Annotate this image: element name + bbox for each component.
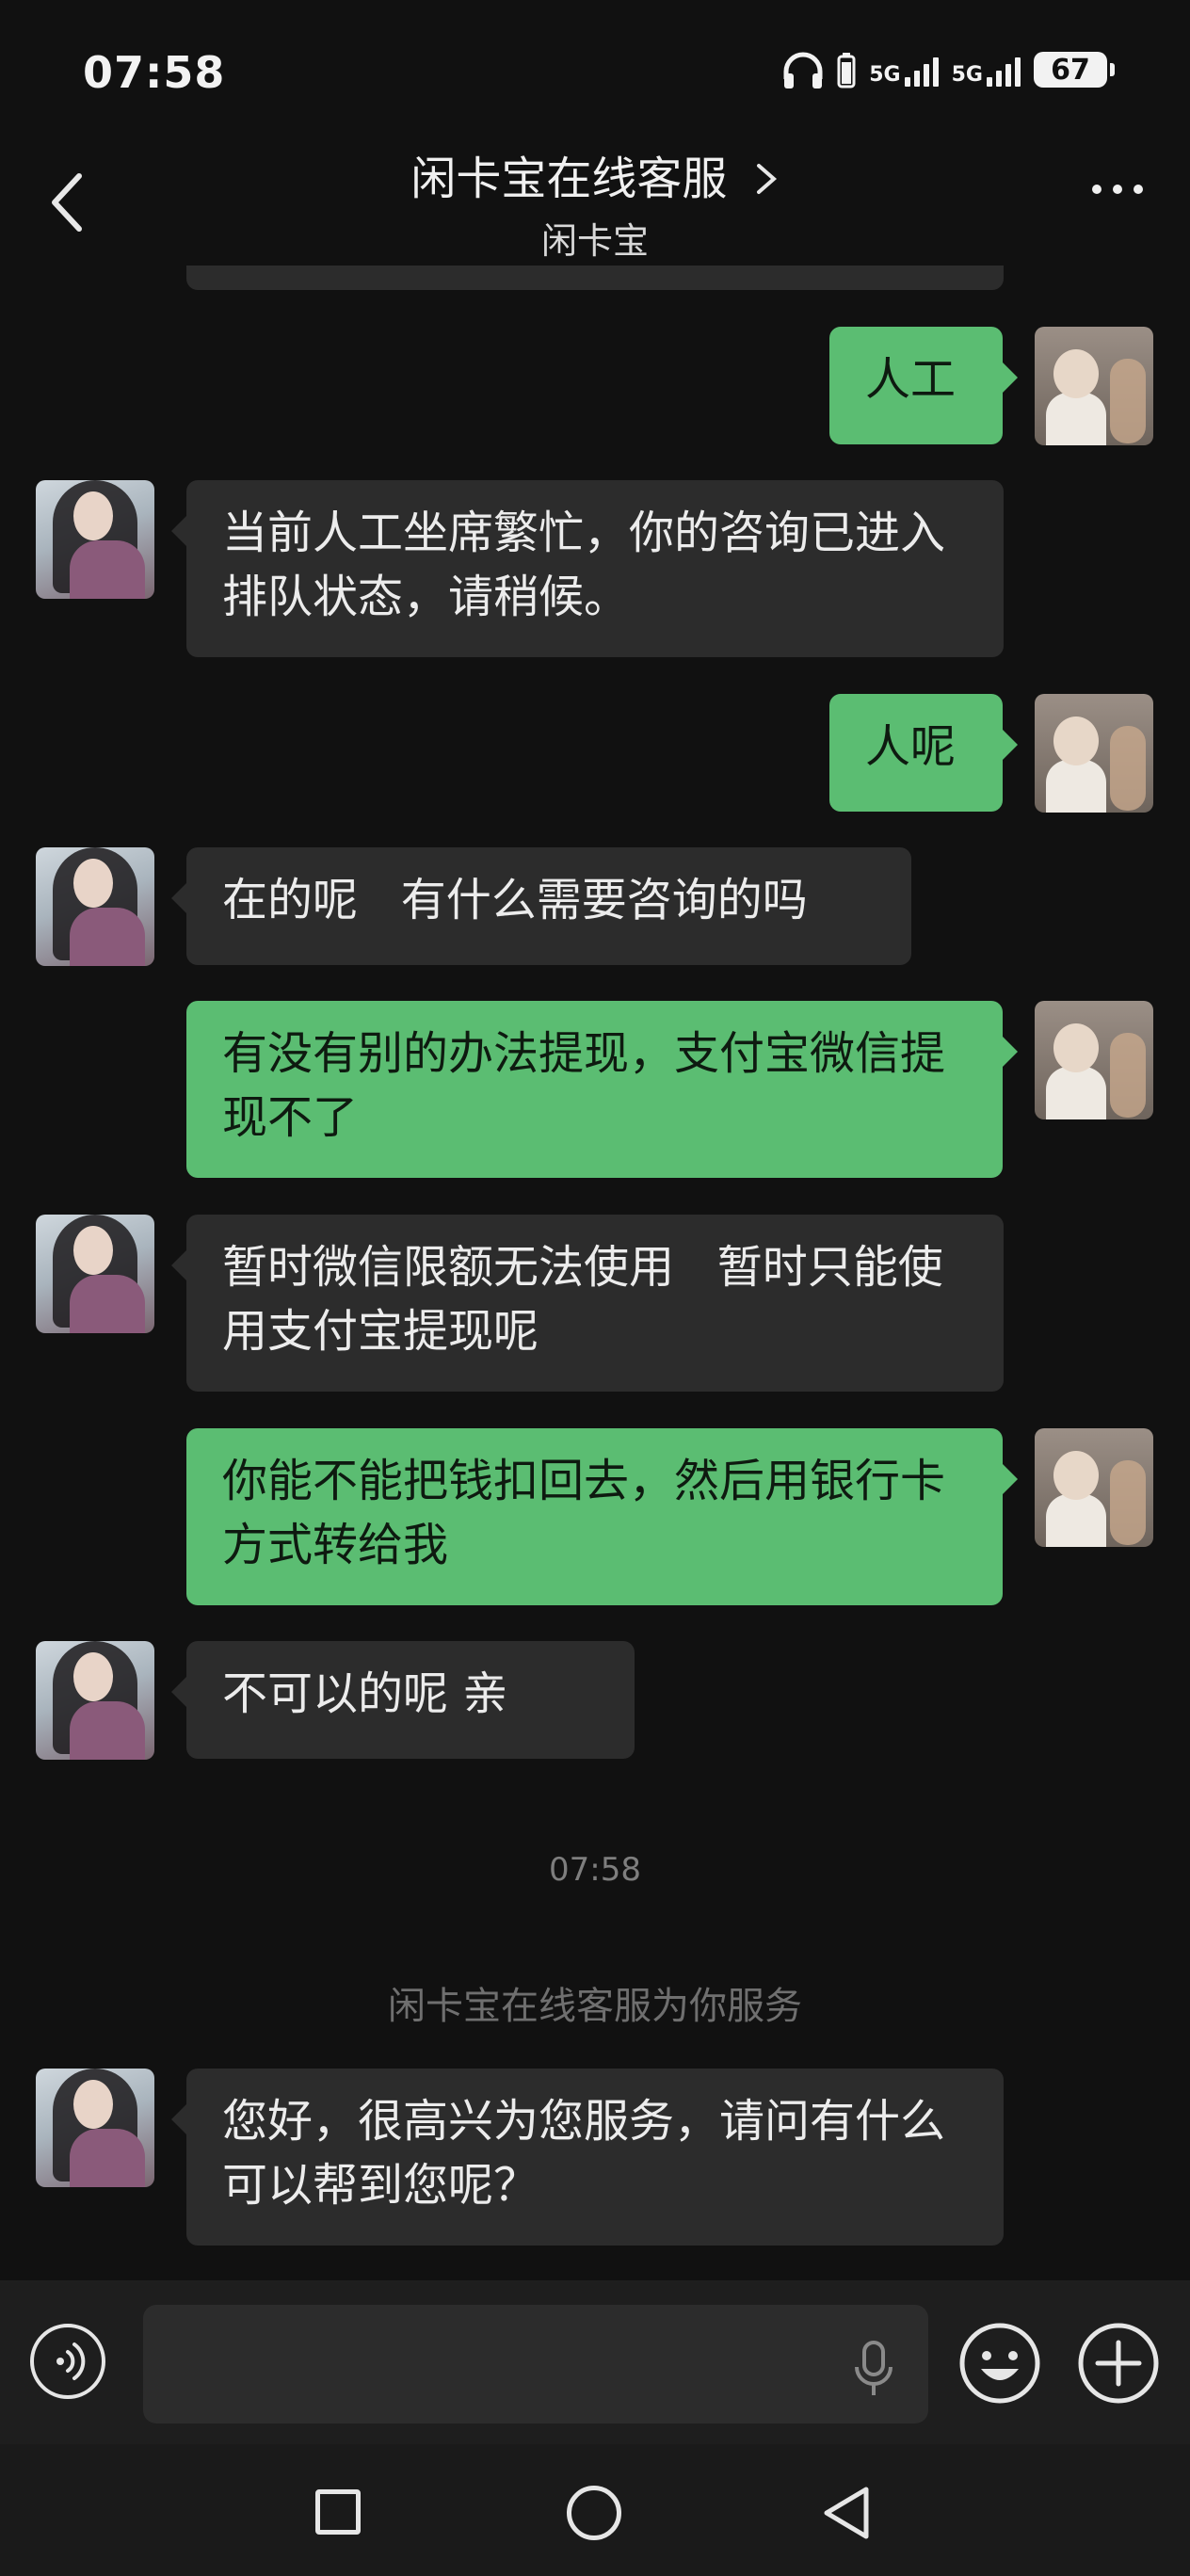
more-options-button[interactable] [1092,185,1143,194]
page-title: 闲卡宝在线客服 [410,153,728,205]
battery-icon: 67 [1034,52,1115,88]
signal-bars-icon [904,53,939,87]
agent-avatar[interactable] [36,480,154,599]
agent-avatar[interactable] [36,1641,154,1760]
home-button[interactable] [567,2486,621,2540]
voice-mode-button[interactable] [30,2324,105,2399]
emoji-button[interactable] [958,2322,1041,2405]
signal-bars-icon [987,53,1021,87]
user-avatar[interactable] [1035,1428,1153,1547]
chevron-right-icon [756,164,777,194]
message-bubble-incoming[interactable]: 当前人工坐席繁忙，你的咨询已进入排队状态，请稍候。 [171,480,1004,657]
microphone-icon[interactable] [853,2341,894,2397]
signal-2: 5G [952,53,1021,87]
network-type-label: 5G [869,63,901,87]
message-input[interactable] [143,2305,928,2423]
message-bubble-incoming[interactable]: 暂时微信限额无法使用 暂时只能使用支付宝提现呢 [171,1215,1004,1392]
message-bubble-outgoing[interactable]: 你能不能把钱扣回去，然后用银行卡方式转给我 [186,1428,1018,1605]
signal-1: 5G [869,53,939,87]
voice-wave-icon [56,2343,86,2380]
recent-apps-button[interactable] [315,2489,361,2535]
status-icons: 5G 5G 67 [782,51,1115,89]
agent-avatar[interactable] [36,1215,154,1333]
page-subtitle: 闲卡宝 [540,220,649,262]
nav-back-button[interactable] [819,2484,876,2542]
more-actions-plus-button[interactable] [1077,2322,1160,2405]
message-timestamp: 07:58 [549,1851,641,1889]
message-bubble-outgoing[interactable]: 人工 [829,327,1018,444]
agent-avatar[interactable] [36,2069,154,2187]
message-bubble-outgoing[interactable]: 人呢 [829,694,1018,812]
message-bubble-incoming[interactable]: 您好，很高兴为您服务，请问有什么可以帮到您呢？ [171,2069,1004,2246]
battery-level: 67 [1051,53,1090,87]
user-avatar[interactable] [1035,694,1153,813]
headphones-icon [783,52,823,89]
network-type-label: 5G [951,63,983,87]
user-avatar[interactable] [1035,1001,1153,1119]
message-bubble-outgoing[interactable]: 有没有别的办法提现，支付宝微信提现不了 [186,1001,1018,1178]
message-bubble-incoming[interactable]: 不可以的呢 亲 [171,1641,635,1759]
sim-battery-icon [837,53,856,89]
chat-title-link[interactable]: 闲卡宝在线客服 [0,141,1190,207]
status-time: 07:58 [83,47,226,98]
previous-message-edge [186,266,1004,290]
message-bubble-incoming[interactable]: 在的呢 有什么需要咨询的吗 [171,847,911,965]
agent-avatar[interactable] [36,847,154,966]
user-avatar[interactable] [1035,327,1153,445]
system-notice: 闲卡宝在线客服为你服务 [388,1985,802,2028]
